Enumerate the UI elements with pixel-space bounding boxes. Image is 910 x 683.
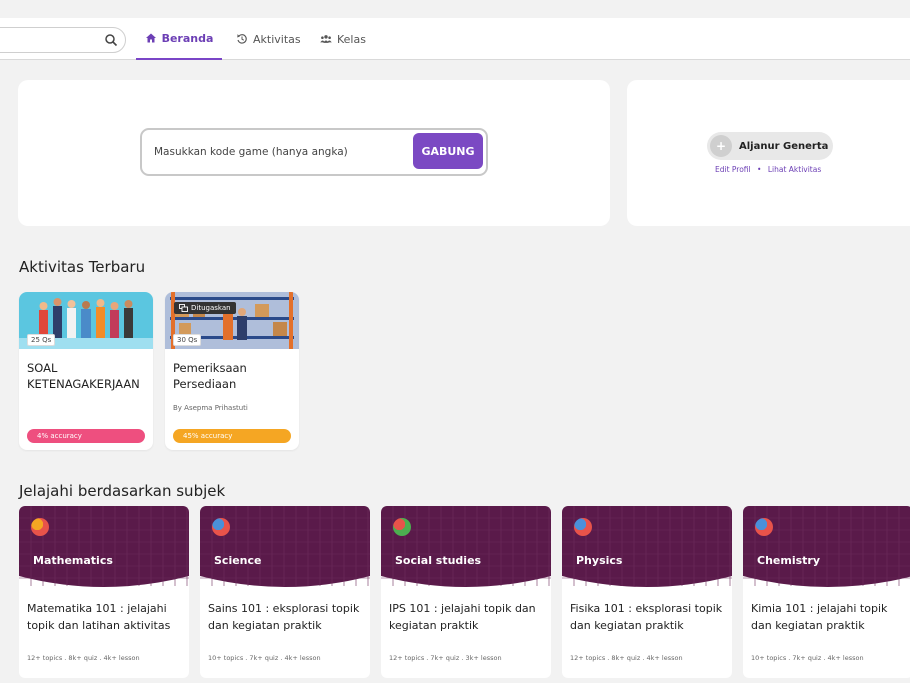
search-input[interactable] (0, 27, 126, 53)
question-count-badge: 30 Qs (173, 334, 202, 346)
activity-thumbnail: 25 Qs (19, 292, 153, 349)
subject-stats: 12+ topics . 8k+ quiz . 4k+ lesson (27, 654, 140, 662)
activity-card[interactable]: 25 Qs SOAL KETENAGAKERJAAN 4% accuracy (19, 292, 153, 450)
math-icon (31, 518, 49, 536)
chemistry-icon (755, 518, 773, 536)
history-icon (237, 34, 247, 44)
subject-card[interactable]: Science Sains 101 : eksplorasi topik dan … (200, 506, 370, 678)
social-studies-icon (393, 518, 411, 536)
subject-description: Matematika 101 : jelajahi topik dan lati… (27, 602, 171, 632)
activity-title: SOAL KETENAGAKERJAAN (27, 361, 140, 391)
link-separator: • (757, 165, 762, 174)
join-form: Masukkan kode game (hanya angka) GABUNG (140, 128, 488, 176)
tab-kelas[interactable]: Kelas (320, 18, 366, 60)
subject-card[interactable]: Social studies IPS 101 : jelajahi topik d… (381, 506, 551, 678)
join-button[interactable]: GABUNG (413, 133, 483, 169)
subject-description: Sains 101 : eksplorasi topik dan kegiata… (208, 602, 360, 632)
subject-stats: 12+ topics . 8k+ quiz . 4k+ lesson (570, 654, 683, 662)
subject-header: Science (200, 506, 370, 592)
subject-card[interactable]: Chemistry Kimia 101 : jelajahi topik dan … (743, 506, 910, 678)
question-count-badge: 25 Qs (27, 334, 56, 346)
tab-label: Aktivitas (253, 32, 301, 46)
profile-chip[interactable]: + Aljanur Generta (707, 132, 833, 160)
profile-name: Aljanur Generta (739, 140, 829, 152)
activity-title: Pemeriksaan Persediaan (173, 361, 247, 391)
subject-header: Social studies (381, 506, 551, 592)
profile-links: Edit Profil • Lihat Aktivitas (715, 165, 821, 174)
activity-thumbnail: Ditugaskan 30 Qs (165, 292, 299, 349)
join-game-card: Masukkan kode game (hanya angka) GABUNG (18, 80, 610, 226)
accuracy-bar: 4% accuracy (27, 429, 145, 443)
subject-description: Kimia 101 : jelajahi topik dan kegiatan … (751, 602, 888, 632)
subject-header: Mathematics (19, 506, 189, 592)
assigned-tag: Ditugaskan (174, 302, 236, 314)
assigned-tag-label: Ditugaskan (191, 304, 231, 312)
subject-card[interactable]: Mathematics Matematika 101 : jelajahi top… (19, 506, 189, 678)
physics-icon (574, 518, 592, 536)
activity-author: By Asepma Prihastuti (173, 404, 248, 412)
subject-stats: 10+ topics . 7k+ quiz . 4k+ lesson (208, 654, 321, 662)
subject-stats: 12+ topics . 7k+ quiz . 3k+ lesson (389, 654, 502, 662)
subject-description: Fisika 101 : eksplorasi topik dan kegiat… (570, 602, 723, 632)
subject-name: Mathematics (33, 554, 113, 567)
top-strip (0, 0, 910, 18)
tab-label: Kelas (337, 32, 366, 46)
subject-description: IPS 101 : jelajahi topik dan kegiatan pr… (389, 602, 536, 632)
subject-header: Chemistry (743, 506, 910, 592)
tab-beranda[interactable]: Beranda (136, 18, 222, 60)
activity-card[interactable]: Ditugaskan 30 Qs Pemeriksaan Persediaan … (165, 292, 299, 450)
subject-name: Science (214, 554, 262, 567)
profile-card: + Aljanur Generta Edit Profil • Lihat Ak… (627, 80, 910, 226)
subject-card[interactable]: Physics Fisika 101 : eksplorasi topik dan… (562, 506, 732, 678)
assignment-icon (179, 304, 188, 312)
science-icon (212, 518, 230, 536)
users-icon (320, 35, 332, 43)
avatar: + (710, 135, 732, 157)
view-activity-link[interactable]: Lihat Aktivitas (768, 165, 821, 174)
game-code-input[interactable]: Masukkan kode game (hanya angka) (154, 130, 404, 174)
search-icon (105, 34, 118, 47)
tab-label: Beranda (161, 31, 214, 45)
recent-activities-title: Aktivitas Terbaru (19, 258, 146, 276)
subject-name: Physics (576, 554, 623, 567)
subject-stats: 10+ topics . 7k+ quiz . 4k+ lesson (751, 654, 864, 662)
edit-profile-link[interactable]: Edit Profil (715, 165, 751, 174)
accuracy-bar: 45% accuracy (173, 429, 291, 443)
subject-name: Social studies (395, 554, 482, 567)
top-nav: Beranda Aktivitas Kelas (0, 18, 910, 60)
subject-name: Chemistry (757, 554, 820, 567)
subject-header: Physics (562, 506, 732, 592)
explore-subjects-title: Jelajahi berdasarkan subjek (19, 482, 226, 500)
home-icon (145, 33, 156, 43)
tab-aktivitas[interactable]: Aktivitas (236, 18, 301, 60)
